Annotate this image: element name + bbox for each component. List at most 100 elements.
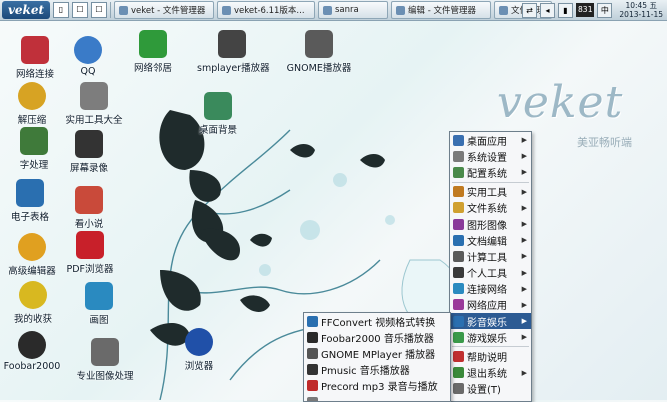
desktop-icon-browser[interactable]: 浏览器 bbox=[164, 328, 234, 372]
menu-item-settings[interactable]: 设置(T) bbox=[450, 381, 531, 397]
unzip-icon bbox=[18, 82, 46, 110]
menu-item-document-editing[interactable]: 文档编辑 ▶ bbox=[450, 232, 531, 248]
desktop-icon-qq[interactable]: QQ bbox=[53, 36, 123, 77]
terminal-icon[interactable]: ☐ bbox=[91, 2, 107, 18]
desktop-icon-label: smplayer播放器 bbox=[197, 63, 270, 74]
wallpaper-icon bbox=[204, 92, 232, 120]
menu-item-system-settings[interactable]: 系统设置 ▶ bbox=[450, 148, 531, 164]
word-processor-icon bbox=[20, 127, 48, 155]
advanced-editor-icon bbox=[18, 233, 46, 261]
menu-item-games[interactable]: 游戏娱乐 ▶ bbox=[450, 329, 531, 345]
network-apps-icon bbox=[453, 299, 464, 311]
menu-item-label: 网络应用 bbox=[467, 301, 507, 313]
clock[interactable]: 10:45 五 2013-11-15 bbox=[619, 1, 663, 19]
desktop-icon-image-editor[interactable]: 专业图像处理 bbox=[70, 338, 140, 382]
desktop-icon-unzip[interactable]: 解压缩 bbox=[0, 82, 67, 126]
menu-item-label: FFConvert 视频格式转换 bbox=[321, 317, 436, 329]
submenu-arrow-icon: ▶ bbox=[521, 268, 527, 277]
desktop-icon-gnome-player[interactable]: GNOME播放器 bbox=[284, 30, 354, 74]
menu-item-label: 计算工具 bbox=[467, 252, 507, 264]
submenu-item-more[interactable]: ... bbox=[304, 394, 450, 401]
desktop-icon-my-harvest[interactable]: 我的收获 bbox=[0, 281, 68, 325]
submenu-item-foobar2000[interactable]: Foobar2000 音乐播放器 bbox=[304, 329, 450, 345]
clock-date: 2013-11-15 bbox=[619, 10, 663, 19]
menu-item-label: 退出系统 bbox=[467, 369, 507, 381]
desktop-icon-network-neighborhood[interactable]: 网络邻居 bbox=[118, 30, 188, 74]
window-switch-icon[interactable]: ☐ bbox=[72, 2, 88, 18]
task-button-file-manager-1[interactable]: veket - 文件管理器 bbox=[114, 1, 214, 19]
submenu-arrow-icon: ▶ bbox=[521, 317, 527, 326]
menu-item-label: ... bbox=[321, 397, 331, 401]
document-editing-icon bbox=[453, 234, 464, 246]
more-icon bbox=[307, 396, 318, 401]
logo-subtitle: 美亚畅听端 bbox=[577, 136, 632, 149]
cpu-readout: 831 bbox=[575, 3, 595, 17]
menu-item-exit-system[interactable]: 退出系统 ▶ bbox=[450, 365, 531, 381]
menu-item-configure-system[interactable]: 配置系统 ▶ bbox=[450, 164, 531, 180]
submenu-arrow-icon: ▶ bbox=[521, 203, 527, 212]
file-system-icon bbox=[453, 202, 464, 214]
menu-separator bbox=[452, 346, 529, 348]
submenu-arrow-icon: ▶ bbox=[521, 333, 527, 342]
menu-item-connect-network[interactable]: 连接网络 ▶ bbox=[450, 281, 531, 297]
desktop-icon-label: 浏览器 bbox=[184, 361, 214, 372]
desktop-icon-label: GNOME播放器 bbox=[286, 63, 352, 74]
desktop-icon-utilities[interactable]: 实用工具大全 bbox=[59, 82, 129, 126]
submenu-item-pmusic[interactable]: Pmusic 音乐播放器 bbox=[304, 362, 450, 378]
desktop-icon-label: Foobar2000 bbox=[3, 361, 61, 372]
desktop-icon-pdf-viewer[interactable]: PDF浏览器 bbox=[55, 231, 125, 275]
menu-item-desktop-apps[interactable]: 桌面应用 ▶ bbox=[450, 132, 531, 148]
desktop-icon-paint[interactable]: 画图 bbox=[64, 282, 134, 326]
battery-icon[interactable]: ▮ bbox=[557, 2, 573, 18]
taskbar: veket ▯ ☐ ☐ veket - 文件管理器 veket-6.11版本..… bbox=[0, 0, 667, 21]
connect-network-icon bbox=[453, 283, 464, 295]
submenu-item-gnome-mplayer[interactable]: GNOME MPlayer 播放器 bbox=[304, 345, 450, 361]
start-label: veket bbox=[7, 3, 45, 17]
smplayer-icon bbox=[218, 30, 246, 58]
task-button-sanra[interactable]: sanra bbox=[318, 1, 388, 19]
show-desktop-icon[interactable]: ▯ bbox=[53, 2, 69, 18]
submenu-arrow-icon: ▶ bbox=[521, 368, 527, 377]
task-button-browser[interactable]: veket-6.11版本... bbox=[217, 1, 315, 19]
start-button[interactable]: veket bbox=[2, 1, 50, 19]
calculation-tools-icon bbox=[453, 250, 464, 262]
submenu-arrow-icon: ▶ bbox=[521, 220, 527, 229]
task-label: sanra bbox=[335, 5, 359, 15]
desktop-apps-icon bbox=[453, 134, 464, 146]
desktop-icon-smplayer[interactable]: smplayer播放器 bbox=[197, 30, 270, 74]
menu-item-help[interactable]: 帮助说明 bbox=[450, 348, 531, 364]
menu-item-file-system[interactable]: 文件系统 ▶ bbox=[450, 200, 531, 216]
desktop-icon-novel-reader[interactable]: 看小说 bbox=[54, 186, 124, 230]
desktop-icon-label: 网络邻居 bbox=[133, 63, 172, 74]
menu-item-utilities[interactable]: 实用工具 ▶ bbox=[450, 184, 531, 200]
browser-icon bbox=[185, 328, 213, 356]
start-menu: 桌面应用 ▶ 系统设置 ▶ 配置系统 ▶ 实用工具 ▶ 文件系统 ▶ 图形图像 ▶ 文档编辑… bbox=[449, 131, 532, 402]
desktop-icon-screen-recorder[interactable]: 屏幕录像 bbox=[54, 130, 124, 174]
task-label: veket - 文件管理器 bbox=[131, 6, 206, 16]
desktop-icon-label: 桌面背景 bbox=[198, 125, 237, 136]
submenu-item-ffconvert[interactable]: FFConvert 视频格式转换 bbox=[304, 313, 450, 329]
menu-item-label: 个人工具 bbox=[467, 269, 507, 281]
menu-item-graphics[interactable]: 图形图像 ▶ bbox=[450, 216, 531, 232]
my-harvest-icon bbox=[19, 281, 47, 309]
desktop-icon-label: PDF浏览器 bbox=[66, 264, 114, 275]
menu-item-personal-tools[interactable]: 个人工具 ▶ bbox=[450, 265, 531, 281]
menu-separator bbox=[452, 181, 529, 183]
menu-item-multimedia[interactable]: 影音娱乐 ▶ bbox=[450, 313, 531, 330]
input-method-icon[interactable]: 中 bbox=[597, 2, 613, 18]
network-icon[interactable]: ⇄ bbox=[521, 2, 537, 18]
volume-icon[interactable]: ◂ bbox=[539, 2, 555, 18]
menu-item-label: 文档编辑 bbox=[467, 236, 507, 248]
desktop-icon-label: 画图 bbox=[89, 315, 109, 326]
utilities-icon bbox=[453, 186, 464, 198]
task-button-editor[interactable]: 编辑 - 文件管理器 bbox=[391, 1, 491, 19]
menu-item-label: 文件系统 bbox=[467, 204, 507, 216]
desktop-icon-wallpaper[interactable]: 桌面背景 bbox=[183, 92, 253, 136]
exit-system-icon bbox=[453, 367, 464, 379]
menu-item-calculation-tools[interactable]: 计算工具 ▶ bbox=[450, 248, 531, 264]
submenu-item-precord[interactable]: Precord mp3 录音与播放 bbox=[304, 378, 450, 394]
desktop-icon-foobar2000[interactable]: Foobar2000 bbox=[0, 331, 67, 372]
settings-icon bbox=[453, 383, 464, 395]
menu-item-network-apps[interactable]: 网络应用 ▶ bbox=[450, 297, 531, 313]
graphics-icon bbox=[453, 218, 464, 230]
